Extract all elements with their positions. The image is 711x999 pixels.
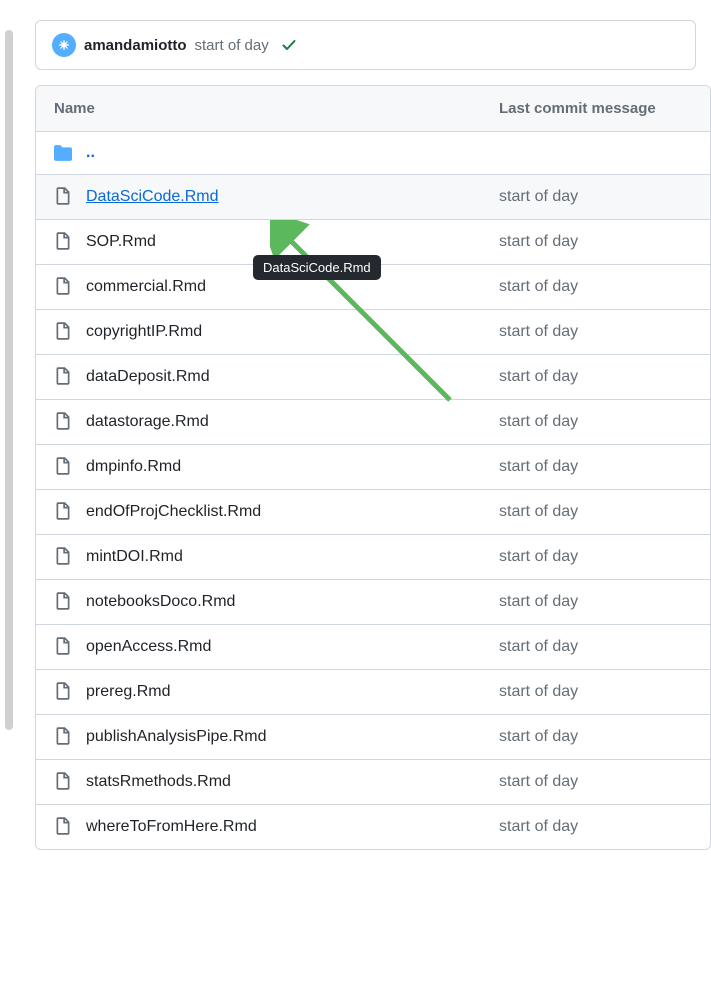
table-row[interactable]: endOfProjChecklist.Rmd start of day (36, 490, 710, 535)
commit-message-cell[interactable]: start of day (499, 233, 578, 251)
table-row[interactable]: mintDOI.Rmd start of day (36, 535, 710, 580)
commit-message-cell[interactable]: start of day (499, 593, 578, 611)
commit-message-cell[interactable]: start of day (499, 278, 578, 296)
commit-message-cell[interactable]: start of day (499, 818, 578, 836)
file-link[interactable]: publishAnalysisPipe.Rmd (86, 728, 267, 746)
file-icon (54, 412, 72, 432)
commit-message-cell[interactable]: start of day (499, 323, 578, 341)
table-row[interactable]: publishAnalysisPipe.Rmd start of day (36, 715, 710, 760)
table-row[interactable]: whereToFromHere.Rmd start of day (36, 805, 710, 849)
file-link[interactable]: openAccess.Rmd (86, 638, 211, 656)
commit-message-cell[interactable]: start of day (499, 503, 578, 521)
file-link[interactable]: whereToFromHere.Rmd (86, 818, 257, 836)
check-icon (281, 37, 297, 53)
commit-message-cell[interactable]: start of day (499, 548, 578, 566)
file-icon (54, 232, 72, 252)
file-link[interactable]: prereg.Rmd (86, 683, 170, 701)
column-header-name[interactable]: Name (54, 100, 499, 117)
table-row[interactable]: datastorage.Rmd start of day (36, 400, 710, 445)
latest-commit-bar: amandamiotto start of day (35, 20, 696, 70)
file-icon (54, 187, 72, 207)
file-link[interactable]: mintDOI.Rmd (86, 548, 183, 566)
file-icon (54, 727, 72, 747)
file-link[interactable]: datastorage.Rmd (86, 413, 209, 431)
file-link[interactable]: copyrightIP.Rmd (86, 323, 202, 341)
file-icon (54, 502, 72, 522)
file-link[interactable]: DataSciCode.Rmd (86, 188, 219, 206)
parent-directory-row[interactable]: .. (36, 132, 710, 175)
file-icon (54, 547, 72, 567)
file-icon (54, 322, 72, 342)
commit-message-cell[interactable]: start of day (499, 728, 578, 746)
file-link[interactable]: notebooksDoco.Rmd (86, 593, 235, 611)
column-header-message[interactable]: Last commit message (499, 100, 656, 117)
file-icon (54, 367, 72, 387)
table-row[interactable]: statsRmethods.Rmd start of day (36, 760, 710, 805)
file-icon (54, 592, 72, 612)
commit-message-cell[interactable]: start of day (499, 458, 578, 476)
scrollbar[interactable] (5, 30, 13, 730)
commit-author[interactable]: amandamiotto (84, 37, 187, 54)
tooltip: DataSciCode.Rmd (253, 255, 381, 280)
table-row[interactable]: dataDeposit.Rmd start of day (36, 355, 710, 400)
file-icon (54, 772, 72, 792)
commit-message[interactable]: start of day (195, 37, 269, 54)
table-row[interactable]: copyrightIP.Rmd start of day (36, 310, 710, 355)
commit-message-cell[interactable]: start of day (499, 368, 578, 386)
file-link[interactable]: commercial.Rmd (86, 278, 206, 296)
file-link[interactable]: dmpinfo.Rmd (86, 458, 181, 476)
file-table: Name Last commit message .. DataSciCode.… (35, 85, 711, 850)
commit-message-cell[interactable]: start of day (499, 413, 578, 431)
commit-message-cell[interactable]: start of day (499, 683, 578, 701)
avatar[interactable] (52, 33, 76, 57)
commit-message-cell[interactable]: start of day (499, 638, 578, 656)
file-icon (54, 637, 72, 657)
file-link[interactable]: SOP.Rmd (86, 233, 156, 251)
file-link[interactable]: dataDeposit.Rmd (86, 368, 210, 386)
file-icon (54, 682, 72, 702)
table-row[interactable]: openAccess.Rmd start of day (36, 625, 710, 670)
file-icon (54, 817, 72, 837)
table-row[interactable]: DataSciCode.Rmd start of day (36, 175, 710, 220)
table-header: Name Last commit message (36, 86, 710, 132)
file-link[interactable]: endOfProjChecklist.Rmd (86, 503, 261, 521)
commit-message-cell[interactable]: start of day (499, 188, 578, 206)
table-row[interactable]: prereg.Rmd start of day (36, 670, 710, 715)
file-link[interactable]: statsRmethods.Rmd (86, 773, 231, 791)
commit-message-cell[interactable]: start of day (499, 773, 578, 791)
table-row[interactable]: dmpinfo.Rmd start of day (36, 445, 710, 490)
folder-icon (54, 144, 72, 162)
parent-dir-label: .. (86, 144, 95, 162)
table-row[interactable]: notebooksDoco.Rmd start of day (36, 580, 710, 625)
file-icon (54, 277, 72, 297)
file-icon (54, 457, 72, 477)
